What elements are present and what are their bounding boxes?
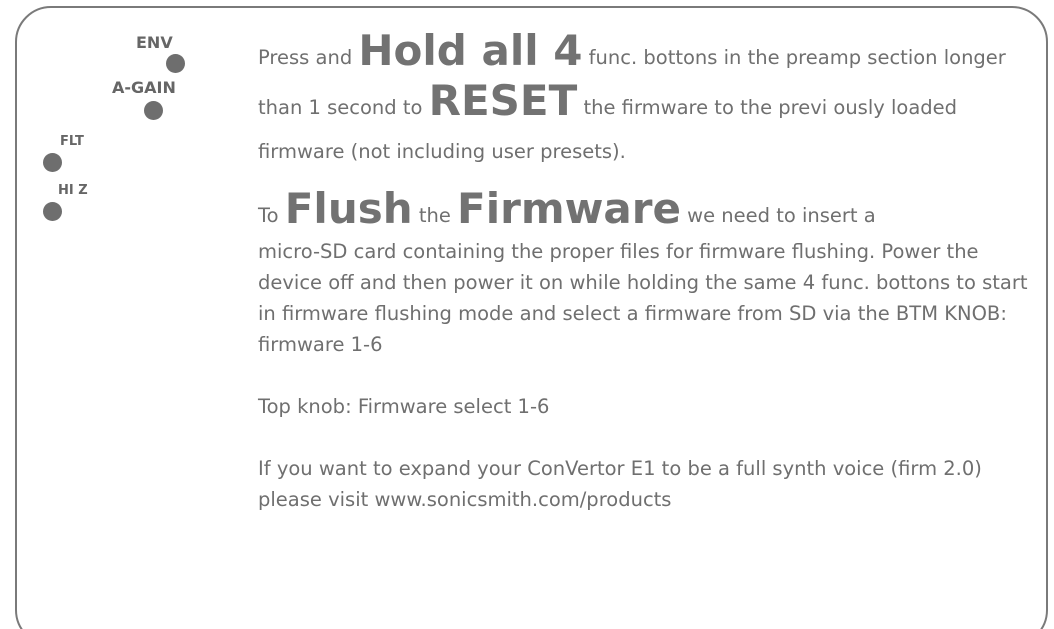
top-knob-text: Top knob: Firmware select 1-6 [258, 395, 550, 418]
flush-text-2: the [412, 204, 458, 227]
a-gain-led-icon [144, 101, 163, 120]
flush-text-3: we need to insert a [680, 204, 876, 227]
a-gain-label: A-GAIN [112, 78, 176, 97]
hi-z-led-icon [43, 202, 62, 221]
instructions-text: Press and Hold all 4 func. bottons in th… [258, 30, 1028, 515]
expand-text: If you want to expand your ConVertor E1 … [258, 457, 982, 511]
reset-text-1: Press and [258, 46, 359, 69]
firmware-emphasis: Firmware [457, 184, 681, 233]
flush-body-text: micro-SD card containing the proper file… [258, 240, 1028, 356]
flush-text-1: To [258, 204, 285, 227]
flush-paragraph: To Flush the Firmware we need to insert … [258, 188, 1028, 360]
hold-all-4-emphasis: Hold all 4 [358, 26, 583, 75]
hi-z-label: HI Z [58, 183, 88, 198]
flush-emphasis: Flush [284, 184, 413, 233]
env-led-icon [166, 54, 185, 73]
flush-heading-line: To Flush the Firmware we need to insert … [258, 188, 1028, 240]
flt-label: FLT [60, 134, 84, 149]
reset-emphasis: RESET [428, 76, 578, 125]
env-label: ENV [136, 33, 173, 52]
flt-led-icon [43, 153, 62, 172]
reset-paragraph: Press and Hold all 4 func. bottons in th… [258, 30, 1028, 174]
